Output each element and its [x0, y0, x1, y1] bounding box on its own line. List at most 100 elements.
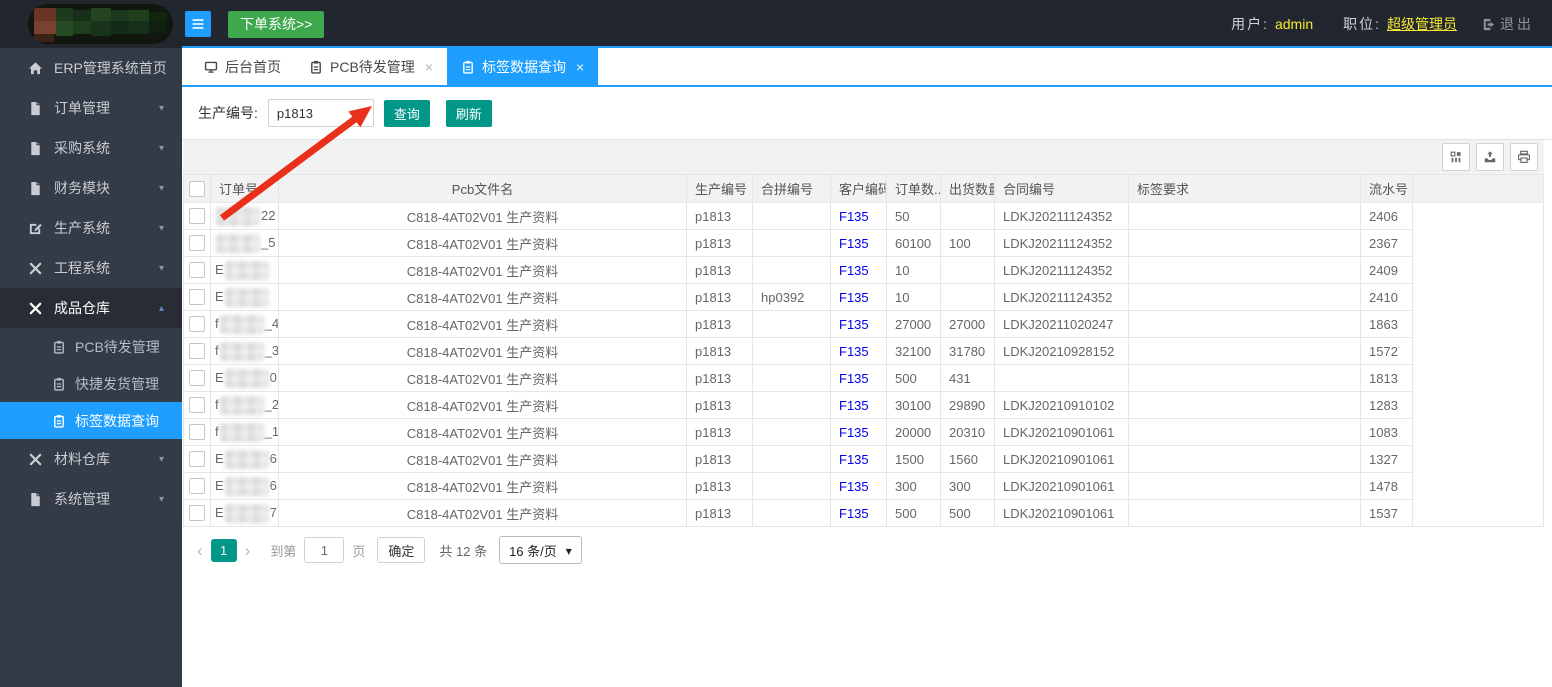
sidebar-item-engineering-system[interactable]: 工程系统 [0, 248, 182, 288]
query-button[interactable]: 查询 [384, 100, 430, 127]
row-checkbox[interactable] [189, 343, 205, 359]
production-number-label: 生产编号: [198, 103, 258, 123]
sidebar-item-system-management[interactable]: 系统管理 [0, 479, 182, 519]
merge-no-cell [753, 311, 831, 338]
sidebar-toggle-button[interactable] [185, 11, 211, 37]
table-row[interactable]: f_3 C818-4AT02V01 生产资料 p1813 F135 32100 … [184, 338, 1544, 365]
next-page-icon[interactable] [239, 542, 257, 559]
row-checkbox[interactable] [189, 505, 205, 521]
logout-button[interactable]: 退出 [1481, 14, 1534, 34]
serial-no-cell: 1478 [1361, 473, 1413, 500]
sidebar-subitem-label-data-query[interactable]: 标签数据查询 [0, 402, 182, 439]
row-checkbox[interactable] [189, 316, 205, 332]
edit-icon [28, 221, 43, 236]
customer-code-link[interactable]: F135 [839, 236, 869, 251]
customer-code-link[interactable]: F135 [839, 398, 869, 413]
customer-code-link[interactable]: F135 [839, 290, 869, 305]
redacted-order-number [225, 450, 269, 469]
sidebar-item-purchase-system[interactable]: 采购系统 [0, 128, 182, 168]
row-checkbox[interactable] [189, 370, 205, 386]
customer-code-link[interactable]: F135 [839, 371, 869, 386]
row-checkbox[interactable] [189, 262, 205, 278]
table-row[interactable]: E C818-4AT02V01 生产资料 p1813 F135 10 LDKJ2… [184, 257, 1544, 284]
redacted-order-number [225, 288, 269, 307]
sidebar-item-home[interactable]: ERP管理系统首页 [0, 48, 182, 88]
sidebar-subitem-quick-shipping[interactable]: 快捷发货管理 [0, 365, 182, 402]
row-checkbox[interactable] [189, 451, 205, 467]
table-row[interactable]: f_1 C818-4AT02V01 生产资料 p1813 F135 20000 … [184, 419, 1544, 446]
refresh-button[interactable]: 刷新 [446, 100, 492, 127]
merge-no-cell [753, 365, 831, 392]
page-size-select[interactable]: 16 条/页 [499, 536, 582, 564]
current-page-button[interactable]: 1 [211, 539, 237, 562]
tab-backend-home[interactable]: 后台首页 [190, 48, 295, 85]
row-checkbox[interactable] [189, 235, 205, 251]
close-icon[interactable] [576, 59, 584, 75]
order-system-button[interactable]: 下单系统>> [228, 11, 324, 38]
customer-code-link[interactable]: F135 [839, 317, 869, 332]
sidebar-item-finished-warehouse[interactable]: 成品仓库 [0, 288, 182, 328]
customer-code-link[interactable]: F135 [839, 209, 869, 224]
customer-code-link[interactable]: F135 [839, 452, 869, 467]
serial-no-cell: 2409 [1361, 257, 1413, 284]
sidebar-subitem-pcb-pending[interactable]: PCB待发管理 [0, 328, 182, 365]
prev-page-icon[interactable] [191, 542, 209, 559]
customer-code-link[interactable]: F135 [839, 479, 869, 494]
table-row[interactable]: E0 C818-4AT02V01 生产资料 p1813 F135 500 431… [184, 365, 1544, 392]
monitor-icon [204, 60, 218, 74]
select-all-checkbox[interactable] [189, 181, 205, 197]
serial-no-cell: 1572 [1361, 338, 1413, 365]
goto-page-input[interactable] [304, 537, 344, 563]
row-checkbox[interactable] [189, 208, 205, 224]
clipboard-icon [461, 60, 475, 74]
sidebar-item-production-system[interactable]: 生产系统 [0, 208, 182, 248]
search-bar: 生产编号: 查询 刷新 [182, 87, 1552, 140]
serial-no-cell: 1537 [1361, 500, 1413, 527]
merge-no-cell [753, 500, 831, 527]
contract-no-cell: LDKJ20210901061 [995, 473, 1129, 500]
customer-code-link[interactable]: F135 [839, 344, 869, 359]
contract-no-cell: LDKJ20211124352 [995, 203, 1129, 230]
print-button[interactable] [1510, 143, 1538, 171]
sidebar: ERP管理系统首页 订单管理 采购系统 财务模块 生产系统 工程系统 成品仓库 … [0, 48, 182, 687]
columns-toggle-button[interactable] [1442, 143, 1470, 171]
table-row[interactable]: 22 C818-4AT02V01 生产资料 p1813 F135 50 LDKJ… [184, 203, 1544, 230]
table-row[interactable]: f_2 C818-4AT02V01 生产资料 p1813 F135 30100 … [184, 392, 1544, 419]
pcb-file-cell: C818-4AT02V01 生产资料 [279, 419, 687, 446]
label-req-cell [1129, 284, 1361, 311]
customer-code-link[interactable]: F135 [839, 506, 869, 521]
row-checkbox[interactable] [189, 397, 205, 413]
chevron-down-icon [159, 183, 164, 194]
merge-no-cell [753, 338, 831, 365]
tools-icon [28, 261, 43, 276]
row-checkbox[interactable] [189, 478, 205, 494]
ship-qty-cell: 29890 [941, 392, 995, 419]
order-number-cell: f_3 [211, 338, 279, 365]
tab-label-data-query[interactable]: 标签数据查询 [447, 48, 598, 85]
close-icon[interactable] [425, 59, 433, 75]
table-row[interactable]: E7 C818-4AT02V01 生产资料 p1813 F135 500 500… [184, 500, 1544, 527]
table-row[interactable]: E C818-4AT02V01 生产资料 p1813 hp0392 F135 1… [184, 284, 1544, 311]
table-row[interactable]: E6 C818-4AT02V01 生产资料 p1813 F135 300 300… [184, 473, 1544, 500]
tab-pcb-pending[interactable]: PCB待发管理 [295, 48, 447, 85]
export-button[interactable] [1476, 143, 1504, 171]
production-number-input[interactable] [268, 99, 374, 127]
production-no-cell: p1813 [687, 473, 753, 500]
customer-code-link[interactable]: F135 [839, 425, 869, 440]
order-number-cell: f_2 [211, 392, 279, 419]
order-qty-cell: 500 [887, 500, 941, 527]
table-row[interactable]: E6 C818-4AT02V01 生产资料 p1813 F135 1500 15… [184, 446, 1544, 473]
confirm-page-button[interactable]: 确定 [377, 537, 425, 563]
sidebar-item-finance-module[interactable]: 财务模块 [0, 168, 182, 208]
table-row[interactable]: f_4 C818-4AT02V01 生产资料 p1813 F135 27000 … [184, 311, 1544, 338]
production-no-cell: p1813 [687, 311, 753, 338]
row-checkbox[interactable] [189, 289, 205, 305]
customer-code-link[interactable]: F135 [839, 263, 869, 278]
print-icon [1517, 150, 1531, 164]
row-checkbox[interactable] [189, 424, 205, 440]
table-row[interactable]: _5 C818-4AT02V01 生产资料 p1813 F135 60100 1… [184, 230, 1544, 257]
sidebar-item-order-management[interactable]: 订单管理 [0, 88, 182, 128]
sidebar-item-material-warehouse[interactable]: 材料仓库 [0, 439, 182, 479]
merge-no-cell [753, 446, 831, 473]
role-label: 职位: [1343, 14, 1381, 34]
